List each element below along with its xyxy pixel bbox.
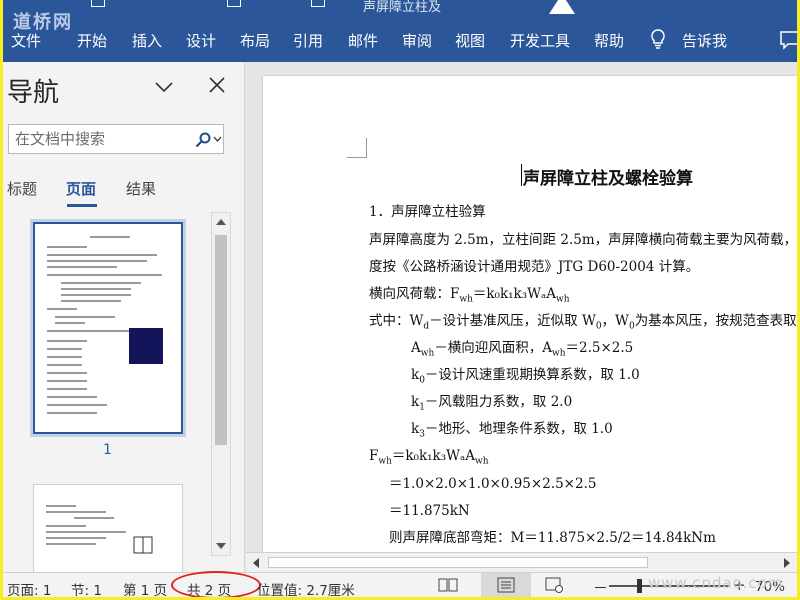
search-input[interactable] [15,128,185,150]
search-icon[interactable] [195,132,211,148]
doc-line-k1: k1－风载阻力系数，取 2.0 [411,394,573,413]
zoom-out-button[interactable]: － [593,577,608,597]
web-layout-icon[interactable] [543,577,565,593]
tab-headings[interactable]: 标题 [7,178,37,199]
menu-developer[interactable]: 开发工具 [510,30,570,51]
document-title-fragment: 声屏障立柱及 [363,0,442,15]
watermark-url: www.cndao.com [648,574,784,592]
doc-line-k0: k0－设计风速重现期换算系数，取 1.0 [411,367,640,386]
scroll-right-icon[interactable] [783,558,791,568]
menu-insert[interactable]: 插入 [132,30,162,51]
page-thumbnail-2[interactable] [33,484,183,572]
document-area: 声屏障立柱及螺栓验算 1．声屏障立柱验算 声屏障高度为 2.5m，立柱间距 2.… [246,62,797,552]
status-section[interactable]: 节: 1 [71,579,102,597]
menu-review[interactable]: 审阅 [402,30,432,51]
comment-icon[interactable] [779,30,797,50]
menu-layout[interactable]: 布局 [240,30,270,51]
red-highlight-circle [171,571,261,597]
tell-me-search[interactable]: 告诉我 [682,30,727,51]
margin-mark [347,138,367,158]
status-page[interactable]: 页面: 1 [7,579,51,597]
nav-title: 导航 [7,78,60,108]
zoom-slider-thumb[interactable] [637,579,642,593]
menu-mailings[interactable]: 邮件 [348,30,378,51]
close-icon[interactable] [206,74,228,96]
doc-line-awh: Awh－横向迎风面积，Awh＝2.5×2.5 [411,340,634,359]
page-thumbnail-1[interactable] [33,222,183,434]
doc-line-result: ＝11.875kN [389,503,470,519]
search-options-chevron-icon[interactable] [213,136,222,143]
quick-access-icon[interactable] [227,0,241,7]
menu-design[interactable]: 设计 [186,30,216,51]
menu-view[interactable]: 视图 [455,30,485,51]
chevron-down-icon[interactable] [153,76,175,98]
read-mode-icon[interactable] [437,577,459,593]
doc-line-calc: ＝1.0×2.0×1.0×0.95×2.5×2.5 [389,476,597,492]
document-heading: 声屏障立柱及螺栓验算 [523,169,693,189]
horizontal-scrollbar[interactable] [246,552,797,572]
doc-line-wind-load: 横向风荷载：Fwh＝k₀k₁k₃WₐAwh [369,286,570,305]
menu-references[interactable]: 引用 [293,30,323,51]
title-icon [311,0,325,7]
navigation-pane: 导航 标题 页面 结果 [3,62,245,572]
thumbnail-sketch [133,536,153,554]
document-page[interactable]: 声屏障立柱及螺栓验算 1．声屏障立柱验算 声屏障高度为 2.5m，立柱间距 2.… [263,76,797,552]
save-icon[interactable] [91,0,105,7]
scroll-thumb[interactable] [215,235,227,445]
doc-line-k3: k3－地形、地理条件系数，取 1.0 [411,421,613,440]
doc-line-moment: 则声屏障底部弯矩：M＝11.875×2.5/2＝14.84kNm [389,530,716,546]
status-page-of[interactable]: 第 1 页 [123,579,167,597]
menu-file[interactable]: 文件 [11,30,41,51]
menu-help[interactable]: 帮助 [594,30,624,51]
text-cursor [521,164,522,186]
tab-results[interactable]: 结果 [126,178,156,199]
doc-line-fwh: Fwh＝k₀k₁k₃WₐAwh [369,448,489,467]
scroll-left-icon[interactable] [252,558,260,568]
status-position[interactable]: 位置值: 2.7厘米 [257,579,355,597]
doc-line-wd: 式中：Wd－设计基准风压，近似取 W0，W0为基本风压，按规范查表取 0 [369,313,797,332]
ribbon: 道桥网 声屏障立柱及 文件 开始 插入 设计 布局 引用 邮件 审阅 视图 开发… [3,0,797,62]
doc-line-intro: 声屏障高度为 2.5m，立柱间距 2.5m，声屏障横向荷载主要为风荷载， [369,232,797,248]
doc-line-section: 1．声屏障立柱验算 [369,204,486,220]
tab-pages[interactable]: 页面 [66,178,96,199]
word-window: 道桥网 声屏障立柱及 文件 开始 插入 设计 布局 引用 邮件 审阅 视图 开发… [3,0,797,597]
print-layout-icon[interactable] [495,577,517,593]
menu-home[interactable]: 开始 [77,30,107,51]
warning-icon[interactable] [549,0,575,14]
thumbnail-diagram [129,328,163,364]
scroll-down-icon[interactable] [212,537,230,555]
horizontal-scroll-thumb[interactable] [268,557,648,568]
scroll-up-icon[interactable] [212,213,230,231]
thumbnail-page-number-1: 1 [103,442,112,458]
lightbulb-icon[interactable] [649,28,667,50]
active-tab-indicator [67,204,97,207]
thumbnail-scrollbar[interactable] [211,212,231,556]
doc-line-code-ref: 度按《公路桥涵设计通用规范》JTG D60-2004 计算。 [369,259,700,275]
page-thumbnails: 1 [3,212,207,572]
nav-search-box [8,124,224,154]
